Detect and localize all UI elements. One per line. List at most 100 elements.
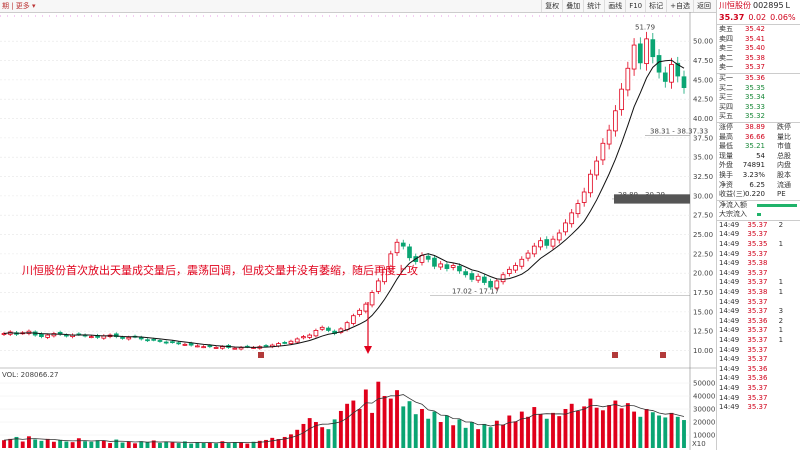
tick-price: 35.37 bbox=[747, 393, 768, 402]
volume-bar bbox=[600, 410, 605, 448]
event-marker[interactable] bbox=[660, 352, 666, 358]
stat-label: 换手 bbox=[719, 170, 733, 179]
tick-price: 35.37 bbox=[747, 278, 768, 287]
tick-list[interactable]: 14:49 35.37 2 14:49 35.37 14:49 35.35 1 14:49 35.… bbox=[717, 219, 800, 413]
toolbar-tab[interactable]: 统计 bbox=[583, 0, 604, 12]
candle bbox=[157, 340, 163, 342]
tick-row: 14:49 35.37 1 bbox=[717, 278, 800, 288]
volume-bar bbox=[482, 423, 487, 448]
flow-table: 净流入额 大宗流入 bbox=[717, 199, 800, 220]
volume-bar bbox=[357, 409, 362, 448]
highlight-band bbox=[614, 194, 690, 204]
toolbar-tab[interactable]: +自选 bbox=[666, 0, 693, 12]
y-tick-label: 22.50 bbox=[693, 250, 713, 258]
volume-bar bbox=[307, 418, 312, 448]
toolbar-tab[interactable]: F10 bbox=[625, 0, 645, 12]
level-price: 35.33 bbox=[744, 102, 765, 111]
volume-bar bbox=[507, 415, 512, 448]
candle bbox=[531, 245, 537, 255]
volume-bar bbox=[270, 437, 275, 448]
event-marker[interactable] bbox=[258, 352, 264, 358]
y-tick-label: 40.00 bbox=[693, 115, 713, 123]
event-marker[interactable] bbox=[612, 352, 618, 358]
vol-label: VOL: 208066.27 bbox=[2, 371, 59, 379]
volume-bar bbox=[51, 441, 56, 448]
kline-chart[interactable]: 10.00 12.50 15.00 17.50 20.00 22.50 25.00 27.50… bbox=[0, 12, 716, 450]
candle bbox=[207, 345, 213, 348]
tick-vol: 1 bbox=[778, 326, 784, 335]
tick-vol bbox=[779, 298, 800, 308]
flow-label: 大宗流入 bbox=[719, 210, 747, 219]
stat-label: 净资 bbox=[719, 180, 733, 189]
toolbar-tab[interactable]: 画线 bbox=[604, 0, 625, 12]
level-label: 买二 bbox=[719, 83, 733, 92]
volume-bar bbox=[70, 442, 75, 448]
stat-value: 74891 bbox=[742, 161, 765, 170]
candle bbox=[39, 333, 44, 338]
chart-annotation: 川恒股份首次放出天量成交量后，震荡回调，但成交量并没有萎缩，随后再度上攻 bbox=[22, 264, 418, 277]
volume-bar bbox=[538, 414, 543, 448]
volume-bar bbox=[669, 412, 674, 448]
stat-label: 外盘 bbox=[719, 161, 733, 170]
level-label: 买三 bbox=[719, 93, 733, 102]
candle bbox=[195, 345, 200, 348]
y-tick-label: 50.00 bbox=[693, 38, 713, 46]
tick-time: 14:49 bbox=[719, 393, 740, 402]
tick-vol: 1 bbox=[778, 240, 784, 249]
volume-bar bbox=[420, 409, 424, 448]
candle bbox=[182, 343, 188, 346]
toolbar-tab[interactable]: 返回 bbox=[693, 0, 714, 12]
volume-bar bbox=[638, 416, 643, 448]
volume-bar bbox=[526, 416, 530, 448]
volume-bar bbox=[139, 441, 144, 448]
tick-time: 14:49 bbox=[719, 230, 740, 239]
stat-label2: 股本 bbox=[777, 170, 791, 179]
buy-orders: 买一 35.36 买二 35.35 买三 35.34 买四 35.33 买五 35.32 bbox=[717, 72, 800, 122]
toolbar-tab[interactable]: 复权 bbox=[541, 0, 562, 12]
candle bbox=[138, 336, 144, 340]
stat-label: 现量 bbox=[719, 151, 733, 160]
tick-row: 14:49 35.36 bbox=[717, 365, 800, 375]
tick-vol bbox=[779, 269, 800, 279]
stat-row: 最低 35.21 市值 bbox=[717, 142, 800, 152]
volume-bar bbox=[232, 442, 237, 448]
y-tick-label: 27.50 bbox=[693, 212, 713, 220]
volume-bar bbox=[170, 442, 175, 448]
candle bbox=[450, 265, 456, 268]
candle bbox=[625, 67, 631, 91]
level-price: 35.42 bbox=[744, 25, 765, 33]
volume-bar bbox=[145, 442, 150, 448]
toolbar-tab[interactable]: 叠加 bbox=[562, 0, 583, 12]
candle bbox=[606, 129, 612, 145]
stat-value: 38.89 bbox=[744, 122, 765, 131]
volume-bar bbox=[39, 440, 44, 448]
sell-level: 卖一 35.37 bbox=[717, 63, 800, 73]
tick-vol bbox=[779, 403, 800, 413]
tick-price: 35.37 bbox=[747, 336, 768, 344]
stat-label: 最低 bbox=[719, 142, 733, 151]
sell-level: 卖四 35.41 bbox=[717, 35, 800, 45]
tick-row: 14:49 35.37 bbox=[717, 269, 800, 279]
tick-price: 35.37 bbox=[747, 383, 768, 392]
toolbar-tab[interactable]: 标记 bbox=[645, 0, 666, 12]
volume-bar bbox=[351, 400, 356, 448]
y-tick-label: 30.00 bbox=[693, 192, 713, 200]
volume-bar bbox=[45, 438, 50, 448]
candle bbox=[301, 336, 306, 339]
volume-bar bbox=[295, 429, 300, 448]
stock-name: 川恒股份 bbox=[719, 1, 751, 10]
period-menu[interactable]: 期 | 更多 ▾ bbox=[2, 1, 36, 11]
candle bbox=[407, 246, 412, 259]
candle bbox=[432, 257, 437, 267]
level-label: 卖三 bbox=[719, 44, 733, 53]
stat-value: 36.66 bbox=[744, 132, 765, 141]
level-label: 买五 bbox=[719, 112, 733, 121]
volume-bar bbox=[27, 436, 31, 448]
tick-vol: 3 bbox=[778, 307, 784, 316]
stat-row: 换手 3.23% 股本 bbox=[717, 171, 800, 181]
